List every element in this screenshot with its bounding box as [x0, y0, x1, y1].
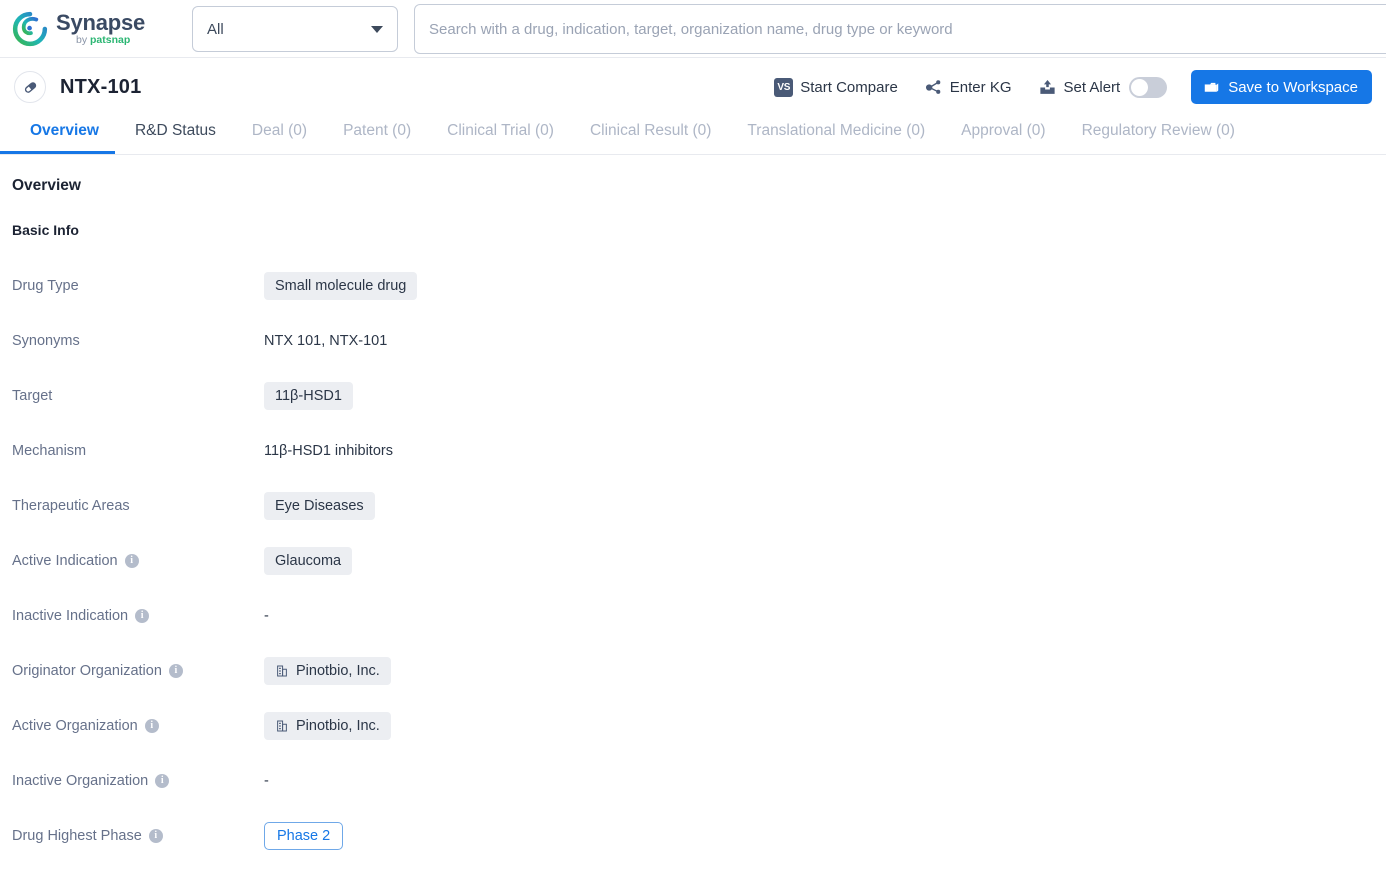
drug-header: NTX-101 VS Start Compare Enter KG Set Al… — [0, 58, 1386, 116]
info-row-active-organization: Active Organization i Pinotbio, Inc. — [12, 698, 1386, 753]
row-label: Inactive Organization i — [12, 773, 264, 789]
row-label: Target — [12, 387, 53, 404]
start-compare-label: Start Compare — [800, 78, 898, 96]
tab-rd-status[interactable]: R&D Status — [117, 116, 234, 154]
row-value: 11β-HSD1 — [264, 381, 353, 410]
tab-bar: Overview R&D Status Deal (0) Patent (0) … — [0, 116, 1386, 155]
originator-organization-chip[interactable]: Pinotbio, Inc. — [264, 656, 391, 685]
row-value: NTX 101, NTX-101 — [264, 333, 387, 349]
set-alert-control[interactable]: Set Alert — [1038, 76, 1168, 98]
set-alert-toggle[interactable] — [1129, 76, 1168, 98]
row-label: Therapeutic Areas — [12, 497, 130, 514]
row-label: Drug Highest Phase i — [12, 828, 264, 844]
brand-tagline: by patsnap — [76, 33, 131, 46]
folder-icon — [1203, 79, 1220, 96]
tab-clinical-trial[interactable]: Clinical Trial (0) — [429, 116, 572, 154]
info-icon[interactable]: i — [155, 773, 170, 788]
active-organization-chip[interactable]: Pinotbio, Inc. — [264, 711, 391, 740]
row-value: - — [264, 608, 269, 624]
header-actions: VS Start Compare Enter KG Set Alert Save… — [774, 58, 1372, 116]
search-scope-value: All — [207, 20, 224, 38]
row-value: Eye Diseases — [264, 491, 375, 520]
row-label: Active Indication i — [12, 553, 264, 569]
start-compare-button[interactable]: VS Start Compare — [774, 77, 898, 97]
info-row-inactive-organization: Inactive Organization i - — [12, 753, 1386, 808]
info-icon[interactable]: i — [124, 553, 139, 568]
therapeutic-area-chip[interactable]: Eye Diseases — [264, 491, 375, 520]
synonyms-value: NTX 101, NTX-101 — [264, 332, 388, 349]
alert-tray-icon — [1038, 78, 1057, 97]
top-search-bar: Synapse by patsnap All — [0, 0, 1386, 58]
save-to-workspace-button[interactable]: Save to Workspace — [1191, 70, 1372, 104]
row-label: Synonyms — [12, 332, 80, 349]
row-value: - — [264, 773, 269, 789]
page-title: NTX-101 — [60, 75, 142, 98]
info-row-drug-highest-phase: Drug Highest Phase i Phase 2 — [12, 808, 1386, 863]
mechanism-value: 11β-HSD1 inhibitors — [264, 442, 393, 459]
info-row-active-indication: Active Indication i Glaucoma — [12, 533, 1386, 588]
search-input[interactable] — [415, 20, 1386, 38]
row-value: Phase 2 — [264, 821, 344, 850]
save-to-workspace-label: Save to Workspace — [1228, 78, 1358, 96]
inactive-indication-value: - — [264, 607, 269, 624]
row-label: Active Organization i — [12, 718, 264, 734]
search-scope-select[interactable]: All — [192, 6, 398, 52]
info-icon[interactable]: i — [168, 663, 183, 678]
set-alert-label: Set Alert — [1063, 78, 1121, 96]
tab-regulatory-review[interactable]: Regulatory Review (0) — [1064, 116, 1253, 154]
tab-deal[interactable]: Deal (0) — [234, 116, 325, 154]
drug-highest-phase-chip[interactable]: Phase 2 — [264, 821, 344, 850]
target-chip[interactable]: 11β-HSD1 — [264, 381, 353, 410]
info-row-therapeutic-areas: Therapeutic Areas Eye Diseases — [12, 478, 1386, 533]
info-row-originator-organization: Originator Organization i Pinotbio, Inc. — [12, 643, 1386, 698]
info-row-drug-type: Drug Type Small molecule drug — [12, 258, 1386, 313]
tab-overview[interactable]: Overview — [0, 116, 117, 154]
chevron-down-icon — [371, 25, 383, 33]
drug-type-chip[interactable]: Small molecule drug — [264, 271, 418, 300]
row-label: Originator Organization i — [12, 663, 264, 679]
enter-kg-label: Enter KG — [949, 78, 1012, 96]
info-row-target: Target 11β-HSD1 — [12, 368, 1386, 423]
synapse-swirl-logo-icon — [12, 11, 48, 47]
building-icon — [275, 664, 289, 678]
pill-capsule-icon — [14, 71, 46, 103]
row-value: Glaucoma — [264, 546, 353, 575]
tab-approval[interactable]: Approval (0) — [943, 116, 1063, 154]
active-indication-chip[interactable]: Glaucoma — [264, 546, 353, 575]
row-value: Pinotbio, Inc. — [264, 711, 391, 740]
row-label: Inactive Indication i — [12, 608, 264, 624]
info-icon[interactable]: i — [144, 718, 159, 733]
info-row-synonyms: Synonyms NTX 101, NTX-101 — [12, 313, 1386, 368]
enter-kg-button[interactable]: Enter KG — [924, 78, 1012, 97]
row-label: Drug Type — [12, 277, 79, 294]
brand-name: Synapse — [56, 9, 146, 35]
basic-info-heading: Basic Info — [12, 222, 79, 238]
organization-name: Pinotbio, Inc. — [296, 717, 380, 734]
tab-clinical-result[interactable]: Clinical Result (0) — [572, 116, 729, 154]
row-label: Mechanism — [12, 442, 87, 459]
row-value: 11β-HSD1 inhibitors — [264, 443, 393, 459]
global-search-box[interactable] — [414, 4, 1386, 54]
inactive-organization-value: - — [264, 772, 269, 789]
info-icon[interactable]: i — [148, 828, 163, 843]
vs-icon: VS — [774, 77, 794, 97]
overview-panel: Overview Basic Info Drug Type Small mole… — [0, 155, 1386, 863]
tab-patent[interactable]: Patent (0) — [325, 116, 429, 154]
row-value: Small molecule drug — [264, 271, 418, 300]
organization-name: Pinotbio, Inc. — [296, 662, 380, 679]
info-row-inactive-indication: Inactive Indication i - — [12, 588, 1386, 643]
building-icon — [275, 719, 289, 733]
overview-heading: Overview — [12, 177, 81, 194]
tab-translational-medicine[interactable]: Translational Medicine (0) — [729, 116, 943, 154]
info-row-mechanism: Mechanism 11β-HSD1 inhibitors — [12, 423, 1386, 478]
brand-logo-area[interactable]: Synapse by patsnap — [12, 11, 180, 47]
knowledge-graph-icon — [924, 78, 943, 97]
info-icon[interactable]: i — [135, 608, 150, 623]
row-value: Pinotbio, Inc. — [264, 656, 391, 685]
toggle-knob — [1131, 78, 1149, 96]
